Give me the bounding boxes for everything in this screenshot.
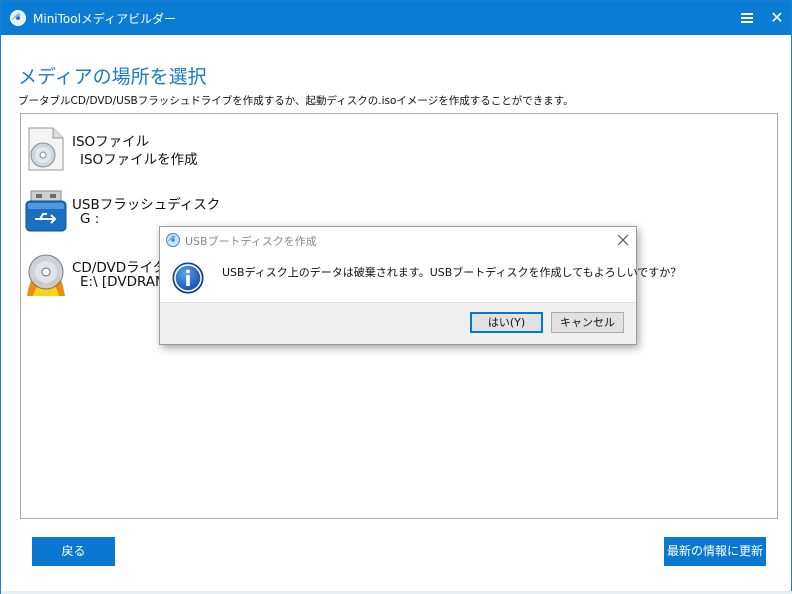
page-title: メディアの場所を選択: [18, 66, 207, 88]
info-icon: [172, 262, 204, 294]
confirm-dialog: USBブートディスクを作成 USBディスク上のデータは破棄されます。USBブート…: [159, 226, 681, 345]
iso-disc-icon: [28, 127, 64, 171]
menu-button[interactable]: [735, 7, 759, 29]
app-disc-icon: [10, 10, 26, 26]
option-subtitle: G :: [80, 211, 100, 227]
window-title: MiniToolメディアビルダー: [33, 12, 177, 26]
option-title: ISOファイル: [72, 134, 150, 150]
option-title: USBフラッシュディスク: [72, 197, 221, 213]
close-button[interactable]: ✕: [765, 7, 789, 29]
usb-drive-icon: [25, 190, 67, 232]
option-title: CD/DVDライタ: [72, 260, 167, 276]
dvd-burn-icon: [27, 254, 65, 296]
cancel-button[interactable]: キャンセル: [551, 312, 624, 333]
option-subtitle: E:\ [DVDRAM: [80, 274, 167, 290]
dialog-close-icon[interactable]: [612, 229, 634, 251]
dialog-title: USBブートディスクを作成: [185, 235, 317, 248]
dialog-footer: はい(Y) キャンセル: [160, 302, 636, 344]
option-iso-file[interactable]: ISOファイル ISOファイルを作成: [25, 126, 325, 176]
option-subtitle: ISOファイルを作成: [80, 152, 198, 168]
page-subtitle: ブータブルCD/DVD/USBフラッシュドライブを作成するか、起動ディスクの.i…: [18, 95, 574, 107]
title-bar: MiniToolメディアビルダー ✕: [1, 1, 791, 35]
back-button[interactable]: 戻る: [32, 537, 115, 566]
dialog-disc-icon: [166, 233, 180, 247]
dialog-message: USBディスク上のデータは破棄されます。USBブートディスクを作成してもよろしい…: [222, 266, 682, 279]
yes-button[interactable]: はい(Y): [470, 312, 543, 333]
refresh-button[interactable]: 最新の情報に更新: [664, 537, 766, 566]
